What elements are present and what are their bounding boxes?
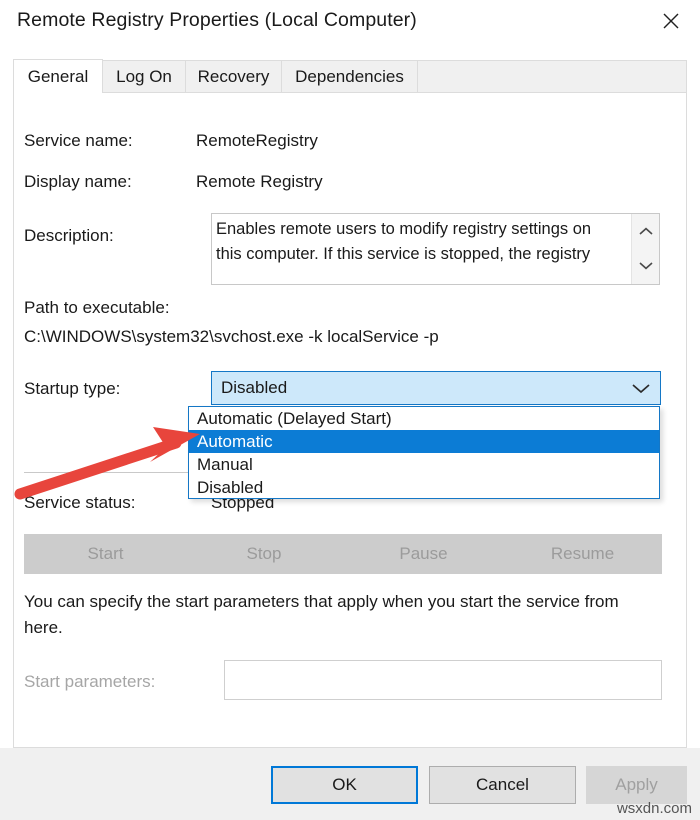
- dropdown-option-automatic[interactable]: Automatic: [189, 430, 659, 453]
- ok-button-label: OK: [332, 775, 357, 794]
- stop-button[interactable]: Stop: [184, 534, 344, 574]
- service-name-label: Service name:: [24, 131, 133, 150]
- path-to-executable-label: Path to executable:: [24, 298, 170, 317]
- description-value: Enables remote users to modify registry …: [216, 220, 592, 263]
- scroll-up-icon[interactable]: [632, 214, 660, 248]
- startup-type-combobox[interactable]: Disabled: [211, 371, 661, 405]
- service-name-value: RemoteRegistry: [196, 131, 318, 150]
- start-button[interactable]: Start: [24, 534, 187, 574]
- chevron-down-icon[interactable]: [632, 372, 650, 404]
- startup-type-selected-value: Disabled: [221, 378, 288, 397]
- description-textbox[interactable]: Enables remote users to modify registry …: [211, 213, 660, 285]
- title-bar: Remote Registry Properties (Local Comput…: [0, 0, 700, 52]
- tab-log-on[interactable]: Log On: [103, 60, 186, 93]
- pause-button[interactable]: Pause: [344, 534, 503, 574]
- start-parameters-help-text: You can specify the start parameters tha…: [24, 592, 619, 637]
- window-title: Remote Registry Properties (Local Comput…: [17, 9, 417, 31]
- display-name-label: Display name:: [24, 172, 132, 191]
- apply-button-label: Apply: [615, 775, 658, 794]
- tab-strip: General Log On Recovery Dependencies: [13, 59, 687, 93]
- tab-recovery-label: Recovery: [197, 66, 270, 86]
- description-label: Description:: [24, 226, 114, 245]
- tab-general[interactable]: General: [13, 59, 103, 93]
- pause-button-label: Pause: [399, 544, 448, 563]
- startup-type-label: Startup type:: [24, 379, 121, 398]
- cancel-button[interactable]: Cancel: [429, 766, 576, 804]
- start-button-label: Start: [87, 544, 124, 563]
- ok-button[interactable]: OK: [271, 766, 418, 804]
- resume-button-label: Resume: [550, 544, 615, 563]
- service-properties-dialog: Remote Registry Properties (Local Comput…: [0, 0, 700, 820]
- close-button[interactable]: [648, 2, 694, 40]
- dropdown-option-automatic-delayed-start[interactable]: Automatic (Delayed Start): [189, 407, 659, 430]
- display-name-value: Remote Registry: [196, 172, 323, 191]
- start-parameters-label: Start parameters:: [24, 672, 156, 691]
- dropdown-option-manual[interactable]: Manual: [189, 453, 659, 476]
- stop-button-label: Stop: [246, 544, 282, 563]
- tab-log-on-label: Log On: [116, 66, 172, 86]
- tab-dependencies[interactable]: Dependencies: [282, 60, 418, 93]
- scroll-down-icon[interactable]: [632, 248, 660, 282]
- resume-button[interactable]: Resume: [503, 534, 662, 574]
- tab-recovery[interactable]: Recovery: [186, 60, 282, 93]
- path-to-executable-value: C:\WINDOWS\system32\svchost.exe -k local…: [24, 327, 439, 346]
- close-icon: [661, 11, 681, 31]
- cancel-button-label: Cancel: [476, 775, 529, 794]
- tab-general-label: General: [27, 66, 89, 86]
- dropdown-option-disabled[interactable]: Disabled: [189, 476, 659, 499]
- startup-type-dropdown-list[interactable]: Automatic (Delayed Start) Automatic Manu…: [188, 406, 660, 499]
- apply-button[interactable]: Apply: [586, 766, 687, 804]
- watermark-text: wsxdn.com: [616, 800, 692, 817]
- tab-dependencies-label: Dependencies: [295, 66, 404, 86]
- service-status-label: Service status:: [24, 493, 136, 512]
- start-parameters-input[interactable]: [224, 660, 662, 700]
- description-scrollbar[interactable]: [631, 214, 659, 284]
- dialog-footer: OK Cancel Apply: [0, 748, 700, 820]
